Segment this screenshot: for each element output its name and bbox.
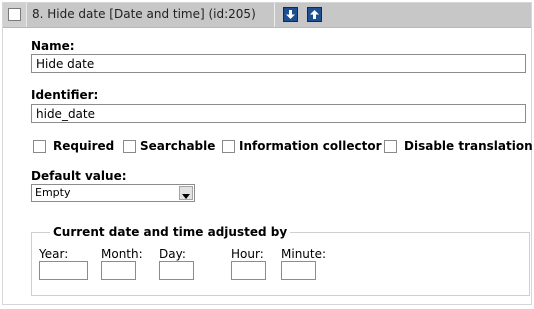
- required-checkbox[interactable]: [33, 140, 46, 153]
- attribute-header: 8. Hide date [Date and time] (id:205): [3, 3, 531, 28]
- move-down-button[interactable]: [283, 7, 298, 22]
- attribute-title: 8. Hide date [Date and time] (id:205): [32, 7, 256, 21]
- arrow-down-icon: [286, 10, 295, 19]
- arrow-up-icon: [310, 10, 319, 19]
- hour-label: Hour:: [231, 247, 264, 261]
- hour-field[interactable]: [231, 261, 266, 280]
- information-collector-label: Information collector: [239, 139, 382, 153]
- move-up-button[interactable]: [307, 7, 322, 22]
- month-label: Month:: [101, 247, 143, 261]
- year-label: Year:: [39, 247, 69, 261]
- disable-translation-checkbox[interactable]: [384, 140, 397, 153]
- required-label: Required: [53, 139, 115, 153]
- default-value-select[interactable]: Empty: [31, 184, 195, 202]
- header-divider: [274, 3, 275, 27]
- day-label: Day:: [159, 247, 186, 261]
- identifier-field[interactable]: [31, 104, 526, 123]
- disable-translation-label: Disable translation: [404, 139, 533, 153]
- searchable-label: Searchable: [140, 139, 216, 153]
- default-value-selected: Empty: [35, 186, 71, 199]
- select-cell: [3, 3, 27, 27]
- name-label: Name:: [31, 39, 75, 53]
- identifier-label: Identifier:: [31, 88, 99, 102]
- date-adjust-legend: Current date and time adjusted by: [50, 225, 291, 239]
- year-field[interactable]: [39, 261, 88, 280]
- information-collector-checkbox[interactable]: [222, 140, 235, 153]
- minute-label: Minute:: [281, 247, 327, 261]
- dropdown-button[interactable]: [179, 186, 193, 200]
- chevron-down-icon: [182, 194, 190, 199]
- searchable-checkbox[interactable]: [123, 140, 136, 153]
- default-value-label: Default value:: [31, 169, 127, 183]
- month-field[interactable]: [101, 261, 136, 280]
- select-attribute-checkbox[interactable]: [8, 8, 21, 21]
- day-field[interactable]: [159, 261, 194, 280]
- name-field[interactable]: [31, 54, 526, 73]
- minute-field[interactable]: [281, 261, 316, 280]
